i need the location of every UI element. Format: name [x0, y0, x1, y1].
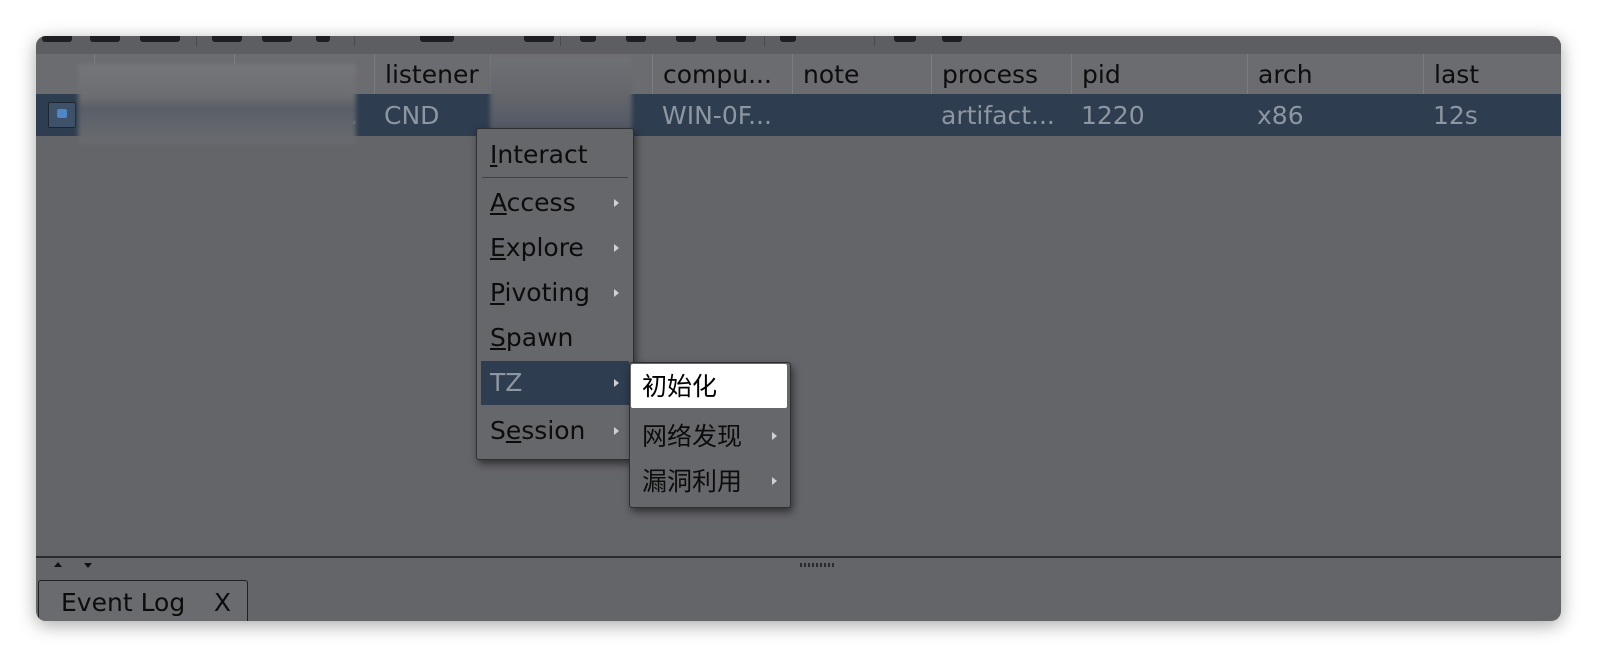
menu-item-tz[interactable]: TZ — [481, 361, 629, 405]
toolbar-button-9[interactable] — [580, 36, 596, 42]
tz-submenu: 初始化 网络发现 漏洞利用 — [629, 362, 791, 508]
collapse-down-icon[interactable] — [84, 563, 92, 568]
listener-cell: CND — [384, 101, 440, 130]
computer-cell: WIN-0F... — [662, 101, 772, 130]
column-header-arch[interactable]: arch — [1247, 54, 1423, 94]
column-header-computer[interactable]: compu... — [652, 54, 792, 94]
menu-item-label: nteract — [497, 140, 588, 169]
menu-item-label-prefix: S — [490, 416, 506, 445]
menu-item-interact[interactable]: Interact — [481, 133, 629, 177]
split-pane-divider[interactable] — [36, 556, 1561, 558]
mnemonic: e — [505, 416, 522, 445]
menu-separator — [482, 177, 628, 178]
toolbar-button-4[interactable] — [212, 36, 242, 42]
menu-item-label: pawn — [505, 323, 574, 352]
menu-item-label: ivoting — [504, 278, 591, 307]
mnemonic: A — [490, 188, 507, 217]
submenu-arrow-icon — [614, 289, 619, 297]
submenu-item-exploit[interactable]: 漏洞利用 — [631, 459, 787, 503]
note-cell — [792, 94, 931, 136]
menu-item-session[interactable]: Session — [481, 409, 629, 453]
expand-up-icon[interactable] — [54, 562, 62, 567]
submenu-item-init[interactable]: 初始化 — [631, 364, 787, 408]
column-header-listener[interactable]: listener — [374, 54, 490, 94]
menu-item-label: ccess — [506, 188, 576, 217]
toolbar-button-7[interactable] — [420, 36, 454, 42]
app-window: listener compu... note process pid arch … — [36, 36, 1561, 621]
tab-event-log[interactable]: Event Log X — [38, 580, 248, 621]
toolbar-button-15[interactable] — [942, 36, 962, 42]
tab-close-button[interactable]: X — [214, 581, 231, 621]
menu-item-explore[interactable]: Explore — [481, 226, 629, 270]
submenu-arrow-icon — [772, 432, 777, 440]
submenu-arrow-icon — [614, 244, 619, 252]
toolbar — [36, 36, 1561, 54]
menu-item-access[interactable]: Access — [481, 181, 629, 225]
mnemonic: S — [490, 323, 506, 352]
submenu-item-label: 漏洞利用 — [642, 467, 743, 496]
process-cell: artifact... — [941, 101, 1055, 130]
toolbar-button-3[interactable] — [140, 36, 180, 42]
menu-item-pivoting[interactable]: Pivoting — [481, 271, 629, 315]
tab-label: Event Log — [61, 588, 186, 617]
submenu-arrow-icon — [614, 199, 619, 207]
column-header-pid[interactable]: pid — [1071, 54, 1247, 94]
toolbar-button-1[interactable] — [42, 36, 72, 42]
submenu-item-label: 网络发现 — [642, 422, 743, 451]
toolbar-button-12[interactable] — [716, 36, 746, 42]
windows-session-icon — [48, 102, 76, 128]
mnemonic: E — [490, 233, 506, 262]
menu-item-label: ssion — [521, 416, 586, 445]
toolbar-button-10[interactable] — [626, 36, 646, 42]
column-header-note[interactable]: note — [792, 54, 931, 94]
redacted-ip-area — [78, 64, 356, 144]
mnemonic: P — [490, 278, 505, 307]
column-header-last[interactable]: last — [1423, 54, 1561, 94]
toolbar-button-11[interactable] — [676, 36, 696, 42]
submenu-arrow-icon — [614, 427, 619, 435]
split-pane-arrows[interactable] — [54, 562, 94, 570]
menu-item-label: TZ — [490, 368, 523, 397]
menu-item-spawn[interactable]: Spawn — [481, 316, 629, 360]
column-header-process[interactable]: process — [931, 54, 1071, 94]
toolbar-button-6[interactable] — [316, 36, 330, 42]
toolbar-button-5[interactable] — [262, 36, 292, 42]
toolbar-button-2[interactable] — [90, 36, 120, 42]
last-cell: 12s — [1433, 101, 1478, 130]
submenu-item-network-discovery[interactable]: 网络发现 — [631, 414, 787, 458]
drag-grip-icon[interactable] — [800, 563, 834, 567]
submenu-item-label: 初始化 — [642, 372, 718, 401]
toolbar-button-13[interactable] — [780, 36, 796, 42]
submenu-arrow-icon — [772, 477, 777, 485]
menu-item-label: xplore — [505, 233, 584, 262]
context-menu: Interact Access Explore Pivoting Spawn T… — [476, 128, 634, 460]
toolbar-button-8[interactable] — [524, 36, 554, 42]
pid-cell: 1220 — [1081, 101, 1145, 130]
arch-cell: x86 — [1257, 101, 1304, 130]
submenu-arrow-icon — [614, 379, 619, 387]
toolbar-button-14[interactable] — [894, 36, 916, 42]
